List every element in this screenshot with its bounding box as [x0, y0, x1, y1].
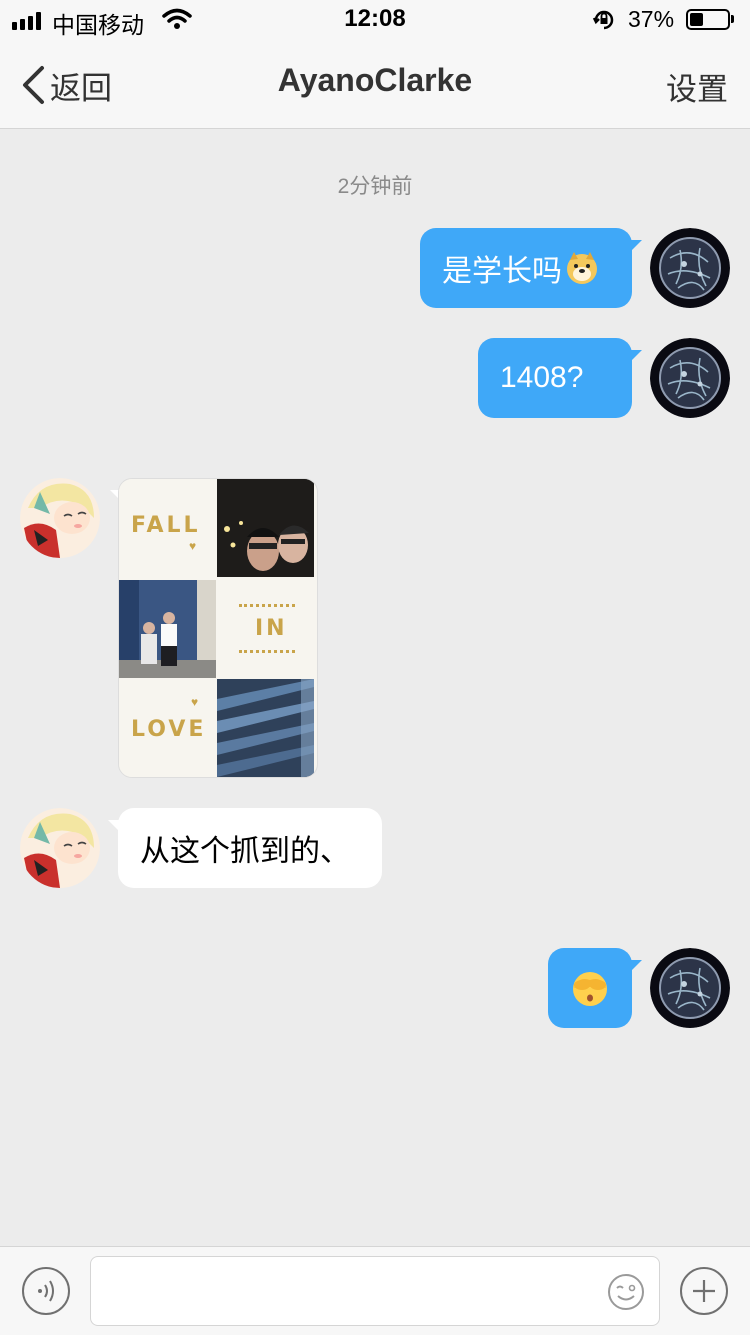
message-bubble-outgoing[interactable]: 1408? [478, 338, 632, 418]
emoji-button[interactable] [607, 1273, 645, 1311]
collage-word-love: LOVE [131, 717, 207, 742]
image-message[interactable]: FALL ♥ IN ♥ LOVE [118, 478, 318, 778]
voice-button[interactable] [22, 1267, 70, 1315]
bubble-tail [630, 240, 642, 252]
collage-text-cell: FALL ♥ [119, 479, 216, 577]
face-covering-eyes-emoji-icon [570, 968, 610, 1008]
plus-icon [693, 1280, 715, 1302]
doge-emoji-icon [564, 250, 600, 286]
avatar-self[interactable] [650, 338, 730, 418]
add-button[interactable] [680, 1267, 728, 1315]
collage-photo-couple [119, 580, 216, 678]
message-bubble-outgoing[interactable] [548, 948, 632, 1028]
message-timestamp: 2分钟前 [337, 175, 413, 198]
message-input-field[interactable] [90, 1256, 660, 1326]
collage-text-cell: IN [217, 580, 314, 678]
rotation-lock-icon [592, 8, 616, 37]
collage-photo-architecture [217, 679, 314, 777]
message-text: 从这个抓到的、 [140, 835, 350, 868]
voice-icon [38, 1280, 54, 1302]
battery-icon [686, 9, 730, 30]
chat-title: AyanoClarke [277, 62, 473, 98]
avatar-contact[interactable] [20, 808, 100, 888]
collage-text-cell: ♥ LOVE [119, 679, 216, 777]
status-bar: 中国移动 12:08 37% [0, 0, 750, 40]
avatar-self[interactable] [650, 228, 730, 308]
heart-icon: ♥ [189, 539, 197, 553]
navigation-bar: 返回 AyanoClarke 设置 [0, 40, 750, 129]
message-bubble-incoming[interactable]: 从这个抓到的、 [118, 808, 382, 888]
avatar-contact[interactable] [20, 478, 100, 558]
settings-button[interactable]: 设置 [666, 64, 728, 109]
message-bubble-outgoing[interactable]: 是学长吗 [420, 228, 632, 308]
emoji-icon [608, 1274, 644, 1310]
bubble-tail [630, 960, 642, 972]
message-text: 1408? [500, 361, 584, 394]
collage-word-in: IN [255, 616, 288, 641]
collage-word-fall: FALL [131, 513, 201, 538]
dotted-divider [239, 650, 295, 653]
dotted-divider [239, 604, 295, 607]
collage-photo-night [217, 479, 314, 577]
avatar-self[interactable] [650, 948, 730, 1028]
battery-tip [731, 15, 734, 23]
battery-percent: 37% [628, 6, 675, 32]
input-bar [0, 1246, 750, 1335]
message-text: 是学长吗 [442, 255, 562, 288]
heart-icon: ♥ [191, 695, 199, 709]
bubble-tail [630, 350, 642, 362]
message-input[interactable] [91, 1257, 609, 1325]
